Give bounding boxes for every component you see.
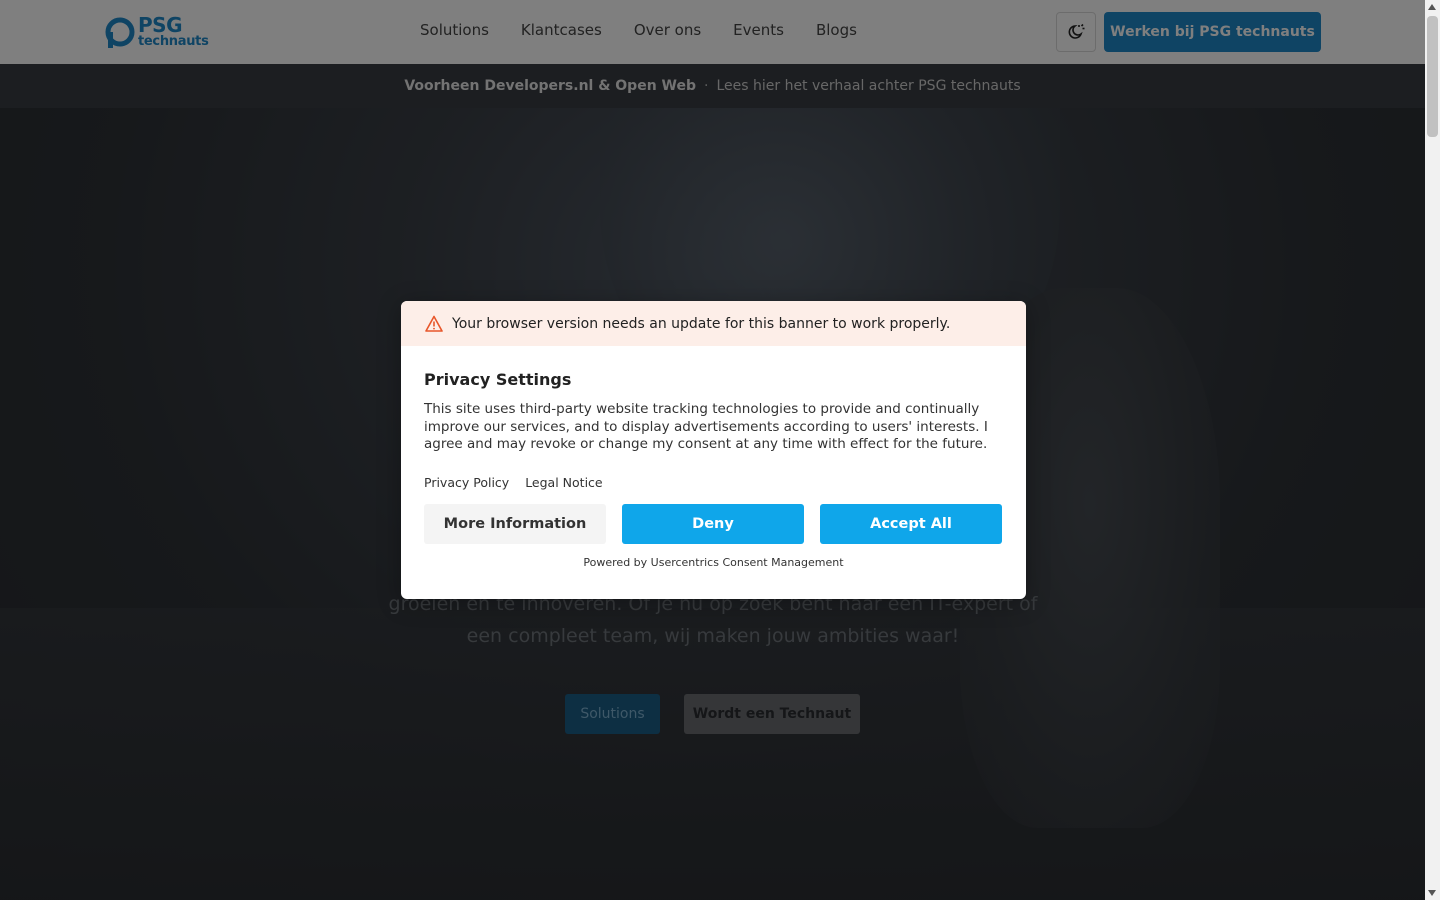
legal-notice-link[interactable]: Legal Notice <box>525 475 602 490</box>
more-information-button[interactable]: More Information <box>424 503 606 544</box>
powered-by-text: Powered by Usercentrics Consent Manageme… <box>583 555 844 569</box>
scroll-up-arrow-icon[interactable] <box>1428 4 1436 10</box>
accept-all-button[interactable]: Accept All <box>820 503 1002 544</box>
dialog-title: Privacy Settings <box>424 370 572 389</box>
page-scrollbar[interactable] <box>1425 0 1440 900</box>
dialog-description: This site uses third-party website track… <box>424 401 988 452</box>
browser-warning-banner: Your browser version needs an update for… <box>401 301 1026 346</box>
warning-icon <box>425 315 443 332</box>
privacy-policy-link[interactable]: Privacy Policy <box>424 475 509 490</box>
deny-button[interactable]: Deny <box>622 503 804 544</box>
dialog-buttons: More Information Deny Accept All <box>424 503 1003 544</box>
privacy-settings-dialog: Your browser version needs an update for… <box>401 301 1026 599</box>
scroll-down-arrow-icon[interactable] <box>1428 890 1436 896</box>
dialog-body: Privacy Settings This site uses third-pa… <box>401 346 1026 569</box>
browser-warning-text: Your browser version needs an update for… <box>452 315 951 332</box>
scrollbar-thumb[interactable] <box>1427 16 1438 137</box>
dialog-links: Privacy Policy Legal Notice <box>424 475 1003 490</box>
